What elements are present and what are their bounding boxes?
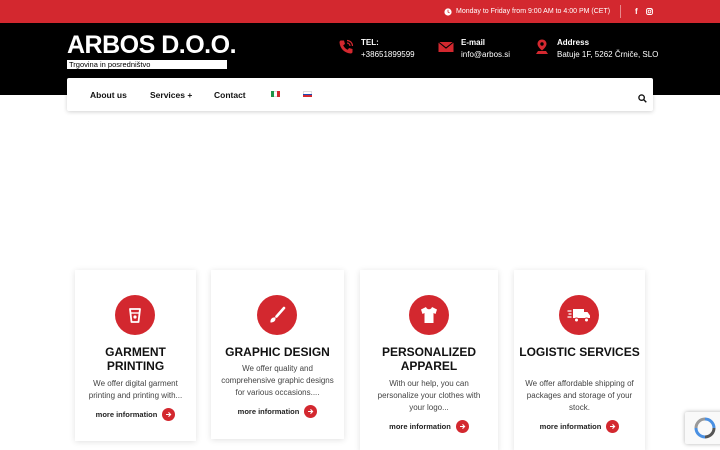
logo-subtitle: Trgovina in posredništvo	[67, 60, 227, 69]
site-logo[interactable]: ARBOS D.O.O. Trgovina in posredništvo	[67, 31, 237, 69]
contact-address-value: Batuje 1F, 5262 Črniče, SLO	[557, 50, 659, 59]
envelope-icon	[438, 41, 454, 52]
more-information-link[interactable]: more information	[211, 405, 344, 418]
service-card-logistic-services: LOGISTIC SERVICES We offer affordable sh…	[514, 270, 645, 450]
topbar-divider	[620, 5, 621, 18]
card-title: PERSONALIZED APPAREL	[381, 345, 476, 373]
paintbrush-icon	[257, 295, 297, 335]
contact-address-label: Address	[557, 38, 590, 47]
card-description: We offer digital garment printing and pr…	[88, 379, 183, 400]
service-card-personalized-apparel: PERSONALIZED APPAREL With our help, you …	[360, 270, 498, 450]
italian-flag[interactable]	[271, 91, 280, 97]
service-card-garment-printing: GARMENT PRINTING We offer digital garmen…	[75, 270, 196, 441]
card-description: We offer quality and comprehensive graph…	[221, 364, 334, 397]
truck-icon	[559, 295, 599, 335]
arrow-right-icon	[162, 408, 176, 421]
top-bar: Monday to Friday from 9:00 AM to 4:00 PM…	[0, 0, 720, 23]
card-title: LOGISTIC SERVICES	[519, 345, 640, 359]
arrow-right-icon	[455, 420, 469, 433]
arrow-right-icon	[606, 420, 620, 433]
nav-about-us[interactable]: About us	[90, 78, 127, 111]
cup-icon	[115, 295, 155, 335]
contact-phone-label: TEL:	[361, 38, 379, 47]
contact-email-value[interactable]: info@arbos.si	[461, 48, 510, 61]
search-icon[interactable]	[638, 90, 647, 103]
more-information-link[interactable]: more information	[75, 408, 196, 421]
business-hours: Monday to Friday from 9:00 AM to 4:00 PM…	[444, 0, 610, 23]
more-information-text: more information	[237, 407, 300, 416]
card-title: GRAPHIC DESIGN	[225, 345, 330, 359]
instagram-icon[interactable]	[646, 0, 653, 23]
more-information-link[interactable]: more information	[514, 420, 645, 433]
card-description: We offer affordable shipping of packages…	[525, 379, 634, 412]
main-navigation: About us Services + Contact	[67, 78, 653, 111]
nav-contact[interactable]: Contact	[214, 78, 246, 111]
more-information-text: more information	[389, 422, 451, 431]
contact-address: Address Batuje 1F, 5262 Črniče, SLO	[534, 37, 658, 61]
more-information-text: more information	[539, 422, 602, 431]
nav-services[interactable]: Services +	[150, 78, 192, 111]
more-information-link[interactable]: more information	[360, 420, 498, 433]
recaptcha-icon	[694, 417, 716, 439]
card-title: GARMENT PRINTING	[105, 345, 166, 373]
clock-icon	[444, 7, 452, 16]
logo-main-text: ARBOS D.O.O.	[67, 31, 237, 59]
map-pin-icon	[536, 39, 548, 54]
recaptcha-badge[interactable]	[685, 412, 720, 444]
contact-email-label: E-mail	[461, 38, 486, 47]
contact-phone: TEL: +38651899599	[338, 37, 415, 61]
slovenian-flag[interactable]	[303, 91, 312, 98]
service-card-graphic-design: GRAPHIC DESIGN We offer quality and comp…	[211, 270, 344, 439]
tshirt-icon	[409, 295, 449, 335]
more-information-text: more information	[95, 410, 158, 419]
contact-email: E-mail info@arbos.si	[438, 37, 510, 61]
facebook-icon[interactable]: f	[635, 0, 638, 23]
arrow-right-icon	[304, 405, 318, 418]
phone-icon	[339, 39, 354, 54]
contact-phone-value[interactable]: +38651899599	[361, 48, 415, 61]
card-description: With our help, you can personalize your …	[377, 379, 481, 412]
business-hours-text: Monday to Friday from 9:00 AM to 4:00 PM…	[456, 8, 611, 15]
